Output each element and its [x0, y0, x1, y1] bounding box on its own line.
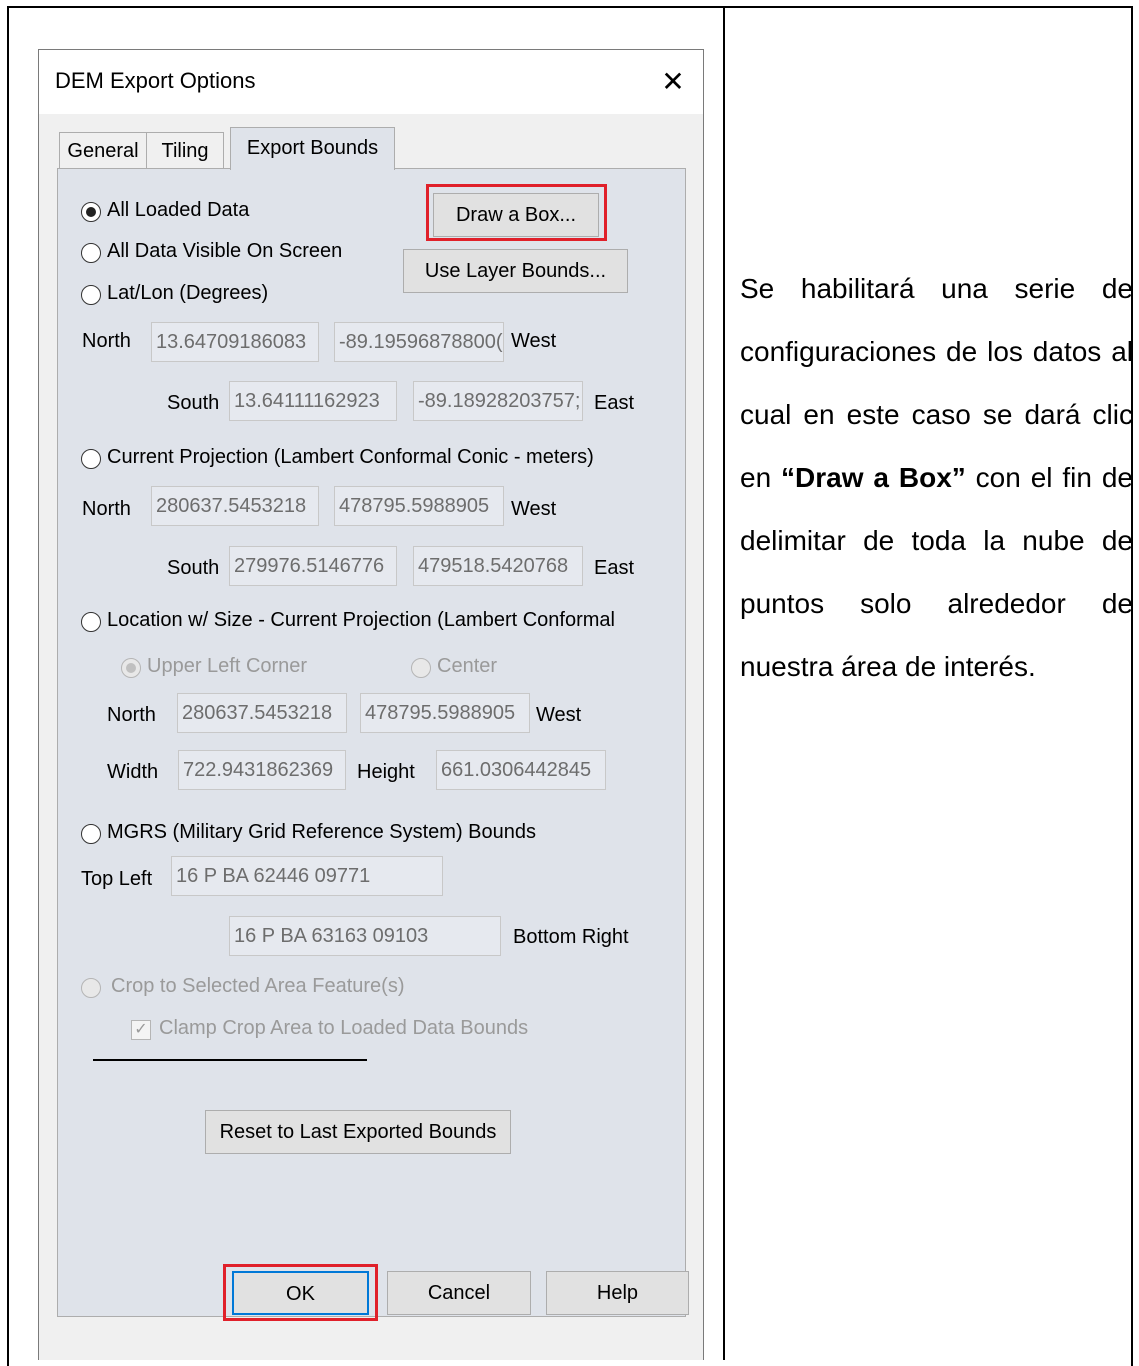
dem-export-dialog: DEM Export Options ✕ General Tiling Expo…	[38, 49, 704, 1360]
label-mgrs: MGRS (Military Grid Reference System) Bo…	[107, 821, 537, 843]
label-all-loaded: All Loaded Data	[107, 199, 250, 221]
desc-part-2: con el fin de delimitar de toda la nube …	[740, 462, 1133, 682]
radio-upper-left[interactable]	[121, 658, 141, 678]
proj-west-label: West	[511, 498, 557, 520]
latlon-west-label: West	[511, 330, 557, 352]
latlon-east-label: East	[594, 392, 635, 414]
label-latlon: Lat/Lon (Degrees)	[107, 282, 269, 304]
mgrs-top-left-label: Top Left	[81, 868, 153, 890]
radio-mgrs[interactable]	[81, 824, 101, 844]
label-upper-left: Upper Left Corner	[147, 655, 308, 677]
proj-west-field[interactable]: 478795.5988905	[334, 486, 504, 526]
latlon-south-label: South	[167, 392, 220, 414]
radio-crop[interactable]	[81, 978, 101, 998]
label-center: Center	[437, 655, 498, 677]
latlon-west-field[interactable]: -89.19596878800(	[334, 322, 504, 362]
mgrs-top-left-field[interactable]: 16 P BA 62446 09771	[171, 856, 443, 896]
label-clamp: Clamp Crop Area to Loaded Data Bounds	[159, 1017, 529, 1039]
proj-south-field[interactable]: 279976.5146776	[229, 546, 397, 586]
radio-all-loaded[interactable]	[81, 202, 101, 222]
label-all-visible: All Data Visible On Screen	[107, 240, 343, 262]
separator-line	[93, 1059, 367, 1061]
highlight-ok	[223, 1264, 378, 1321]
radio-all-visible[interactable]	[81, 243, 101, 263]
tab-export-bounds[interactable]: Export Bounds	[230, 127, 395, 170]
loc-north-field[interactable]: 280637.5453218	[177, 693, 347, 733]
reset-bounds-button[interactable]: Reset to Last Exported Bounds	[205, 1110, 511, 1154]
desc-bold: “Draw a Box”	[781, 462, 966, 493]
proj-east-field[interactable]: 479518.5420768	[413, 546, 583, 586]
loc-height-field[interactable]: 661.0306442845	[436, 750, 606, 790]
latlon-north-field[interactable]: 13.64709186083	[151, 322, 319, 362]
label-current-projection: Current Projection (Lambert Conformal Co…	[107, 446, 594, 468]
desc-part-1: Se habilitará una serie de configuracion…	[740, 273, 1133, 493]
mgrs-bottom-right-label: Bottom Right	[513, 926, 629, 948]
latlon-east-field[interactable]: -89.18928203757;	[413, 381, 583, 421]
label-location-size: Location w/ Size - Current Projection (L…	[107, 609, 615, 631]
instruction-text: Se habilitará una serie de configuracion…	[740, 257, 1133, 698]
proj-north-label: North	[82, 498, 131, 520]
cancel-button[interactable]: Cancel	[387, 1271, 531, 1315]
dialog-title: DEM Export Options	[55, 68, 256, 93]
title-bar: DEM Export Options ✕	[39, 50, 703, 114]
table-divider	[723, 6, 725, 1360]
label-crop: Crop to Selected Area Feature(s)	[111, 975, 405, 997]
radio-current-projection[interactable]	[81, 449, 101, 469]
loc-width-label: Width	[107, 761, 159, 783]
loc-width-field[interactable]: 722.9431862369	[178, 750, 346, 790]
use-layer-bounds-button[interactable]: Use Layer Bounds...	[403, 249, 628, 293]
radio-latlon[interactable]	[81, 285, 101, 305]
tab-tiling[interactable]: Tiling	[146, 132, 224, 168]
latlon-south-field[interactable]: 13.64111162923	[229, 381, 397, 421]
loc-west-label: West	[536, 704, 582, 726]
loc-west-field[interactable]: 478795.5988905	[360, 693, 530, 733]
proj-south-label: South	[167, 557, 220, 579]
latlon-north-label: North	[82, 330, 131, 352]
radio-center[interactable]	[411, 658, 431, 678]
highlight-draw-box	[426, 184, 607, 241]
tab-general[interactable]: General	[59, 132, 147, 168]
checkbox-clamp[interactable]: ✓	[131, 1020, 151, 1040]
help-button[interactable]: Help	[546, 1271, 689, 1315]
radio-location-size[interactable]	[81, 612, 101, 632]
proj-north-field[interactable]: 280637.5453218	[151, 486, 319, 526]
mgrs-bottom-right-field[interactable]: 16 P BA 63163 09103	[229, 916, 501, 956]
loc-height-label: Height	[357, 761, 415, 783]
proj-east-label: East	[594, 557, 635, 579]
close-icon[interactable]: ✕	[653, 62, 693, 102]
loc-north-label: North	[107, 704, 156, 726]
